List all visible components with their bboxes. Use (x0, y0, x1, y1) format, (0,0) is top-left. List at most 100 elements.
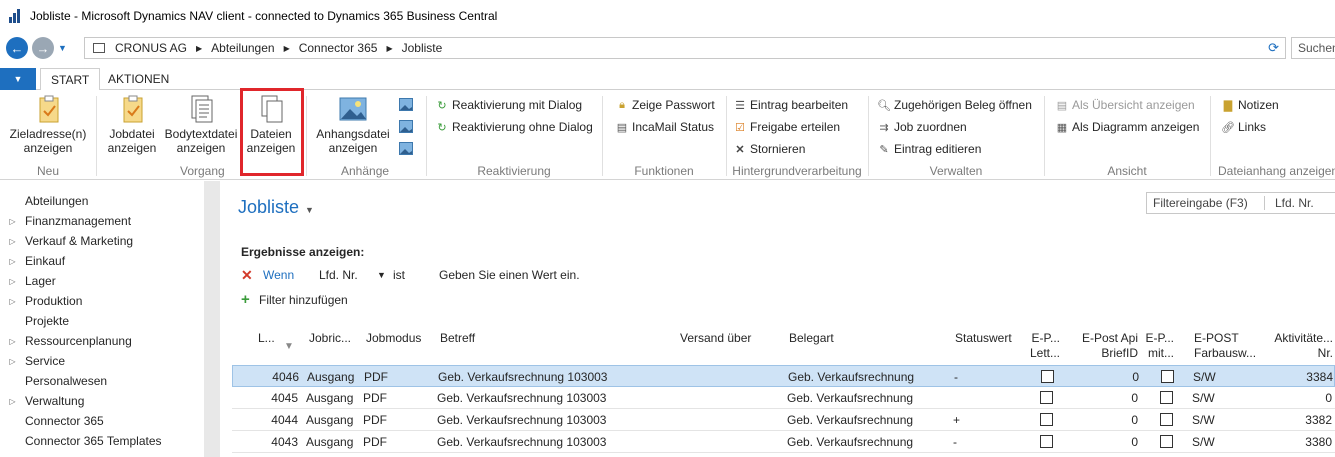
search-input[interactable]: Suchen (1291, 37, 1335, 59)
eintrag-editieren-button[interactable]: ✎ Eintrag editieren (877, 140, 981, 158)
reaktivierung-mit-dialog-button[interactable]: ↻ Reaktivierung mit Dialog (435, 96, 582, 114)
epost-letter-checkbox[interactable] (1041, 370, 1054, 383)
add-filter-button[interactable]: + Filter hinzufügen (241, 291, 348, 308)
sidebar-scrollbar[interactable] (204, 181, 220, 457)
zugehoerigen-beleg-oeffnen-button[interactable]: 🔍︎ Zugehörigen Beleg öffnen (877, 96, 1032, 114)
filter-field-select[interactable]: Lfd. Nr. (1265, 196, 1314, 210)
incamail-status-button[interactable]: ▤ IncaMail Status (615, 118, 714, 136)
history-dropdown-icon[interactable]: ▼ (58, 43, 67, 53)
chevron-down-icon[interactable]: ▼ (305, 205, 314, 215)
column-header-epost-mit[interactable]: E-P... mit... (1144, 331, 1174, 361)
zeige-passwort-button[interactable]: 🔒︎ Zeige Passwort (615, 96, 715, 114)
page-title[interactable]: Jobliste ▼ (238, 197, 314, 218)
sidebar-item[interactable]: ▷ Lager (0, 271, 204, 291)
column-header-jobmodus[interactable]: Jobmodus (366, 331, 421, 346)
column-header-briefid[interactable]: E-Post Api BriefID (1074, 331, 1138, 361)
sidebar-item[interactable]: Connector 365 Templates (0, 431, 204, 451)
job-zuordnen-button[interactable]: ⇉ Job zuordnen (877, 118, 966, 136)
tab-aktionen[interactable]: AKTIONEN (98, 68, 179, 90)
filter-value-input[interactable]: Geben Sie einen Wert ein. (439, 268, 580, 282)
table-row[interactable]: 4045 Ausgang PDF Geb. Verkaufsrechnung 1030… (232, 387, 1335, 409)
filter-placeholder[interactable]: Filtereingabe (F3) (1147, 196, 1265, 210)
table-row[interactable]: 4046 Ausgang PDF Geb. Verkaufsrechnung 1030… (232, 365, 1335, 387)
epost-mit-checkbox[interactable] (1160, 413, 1173, 426)
tab-start[interactable]: START (40, 68, 101, 91)
expand-arrow-icon[interactable]: ▷ (0, 257, 25, 266)
epost-mit-checkbox[interactable] (1160, 435, 1173, 448)
als-uebersicht-anzeigen-button[interactable]: ▤ Als Übersicht anzeigen (1055, 96, 1195, 114)
expand-arrow-icon[interactable]: ▷ (0, 217, 25, 226)
stornieren-button[interactable]: ✕ Stornieren (733, 140, 805, 158)
expand-arrow-icon[interactable]: ▷ (0, 277, 25, 286)
sidebar-item[interactable]: ▷ Produktion (0, 291, 204, 311)
expand-arrow-icon[interactable]: ▷ (0, 237, 25, 246)
sidebar-item-label: Personalwesen (25, 374, 108, 388)
notizen-button[interactable]: ▇ Notizen (1221, 96, 1279, 114)
column-header-statuswert[interactable]: Statuswert (955, 331, 1012, 346)
main-content: Jobliste ▼ Filtereingabe (F3) Lfd. Nr. Er… (232, 181, 1335, 457)
column-header-betreff[interactable]: Betreff (440, 331, 475, 346)
back-arrow-icon[interactable]: ← (6, 37, 28, 59)
eintrag-bearbeiten-button[interactable]: ☰ Eintrag bearbeiten (733, 96, 848, 114)
anhangsdatei-anzeigen-button[interactable]: Anhangsdatei anzeigen (311, 94, 395, 155)
expand-arrow-icon[interactable]: ▷ (0, 337, 25, 346)
column-header-nr[interactable]: L... (258, 331, 276, 346)
sort-descending-icon[interactable]: ▼ (284, 339, 294, 354)
reaktivierung-ohne-dialog-button[interactable]: ↻ Reaktivierung ohne Dialog (435, 118, 592, 136)
sidebar-item[interactable]: Personalwesen (0, 371, 204, 391)
sidebar-item[interactable]: ▷ Finanzmanagement (0, 211, 204, 231)
table-row[interactable]: 4044 Ausgang PDF Geb. Verkaufsrechnung 1030… (232, 409, 1335, 431)
column-header-versand[interactable]: Versand über (680, 331, 751, 346)
sidebar-item[interactable]: ▷ Ressourcenplanung (0, 331, 204, 351)
sidebar-item[interactable]: ▷ Verkauf & Marketing (0, 231, 204, 251)
expand-arrow-icon[interactable]: ▷ (0, 357, 25, 366)
breadcrumb-jobliste[interactable]: Jobliste (402, 41, 443, 55)
als-diagramm-anzeigen-button[interactable]: ▦ Als Diagramm anzeigen (1055, 118, 1200, 136)
sidebar-item-label: Projekte (25, 314, 70, 328)
cell-jobmodus: PDF (363, 391, 387, 405)
cell-betreff: Geb. Verkaufsrechnung 103003 (437, 391, 607, 405)
group-label-neu: Neu (36, 164, 59, 178)
dropdown-arrow-icon[interactable]: ▼ (377, 270, 393, 280)
table-row[interactable]: 4043 Ausgang PDF Geb. Verkaufsrechnung 1030… (232, 431, 1335, 453)
breadcrumb-company[interactable]: CRONUS AG (115, 41, 187, 55)
column-header-jobrichtung[interactable]: Jobric... (309, 331, 351, 346)
zieladresse-anzeigen-button[interactable]: Zieladresse(n) anzeigen (8, 94, 88, 155)
sidebar-item[interactable]: Abteilungen (0, 191, 204, 211)
expand-arrow-icon[interactable]: ▷ (0, 297, 25, 306)
epost-mit-checkbox[interactable] (1160, 391, 1173, 404)
sidebar-item[interactable]: Projekte (0, 311, 204, 331)
note-icon: ▇ (1223, 99, 1233, 112)
column-header-epost-letter[interactable]: E-P... Lett... (1020, 331, 1060, 361)
filter-input[interactable]: Filtereingabe (F3) Lfd. Nr. (1146, 192, 1335, 214)
breadcrumb-connector[interactable]: Connector 365 (299, 41, 378, 55)
refresh-icon[interactable]: ⟳ (1268, 40, 1279, 56)
breadcrumb-abteilungen[interactable]: Abteilungen (211, 41, 274, 55)
epost-letter-checkbox[interactable] (1040, 391, 1053, 404)
image-small-icon[interactable] (399, 98, 413, 114)
epost-mit-checkbox[interactable] (1161, 370, 1174, 383)
expand-arrow-icon[interactable]: ▷ (0, 397, 25, 406)
column-header-belegart[interactable]: Belegart (789, 331, 834, 346)
epost-letter-checkbox[interactable] (1040, 435, 1053, 448)
column-header-aktivitaet[interactable]: Aktivitäte... Nr. (1268, 331, 1333, 361)
column-header-farbauswahl[interactable]: E-POST Farbausw... (1194, 331, 1260, 361)
address-bar[interactable]: CRONUS AG ▶ Abteilungen ▶ Connector 365 … (84, 37, 1286, 59)
sidebar-item[interactable]: Connector 365 (0, 411, 204, 431)
group-label-dateianhang: Dateianhang anzeigen (1218, 164, 1335, 178)
epost-letter-checkbox[interactable] (1040, 413, 1053, 426)
image-small-icon[interactable] (399, 120, 413, 136)
filter-field-name[interactable]: Lfd. Nr. (319, 268, 377, 282)
links-button[interactable]: 🔗︎ Links (1221, 118, 1266, 136)
freigabe-erteilen-button[interactable]: ☑ Freigabe erteilen (733, 118, 840, 136)
forward-arrow-icon[interactable]: → (32, 37, 54, 59)
sidebar-item[interactable]: ▷ Verwaltung (0, 391, 204, 411)
sidebar-item[interactable]: ▷ Service (0, 351, 204, 371)
remove-filter-icon[interactable]: ✕ (241, 267, 263, 284)
zieladresse-label-2: anzeigen (23, 141, 73, 155)
application-menu-button[interactable]: ▼ (0, 68, 36, 90)
jobdatei-anzeigen-button[interactable]: Jobdatei anzeigen (103, 94, 161, 155)
image-small-icon[interactable] (399, 142, 413, 158)
bodytextdatei-anzeigen-button[interactable]: Bodytextdatei anzeigen (161, 94, 241, 155)
sidebar-item[interactable]: ▷ Einkauf (0, 251, 204, 271)
